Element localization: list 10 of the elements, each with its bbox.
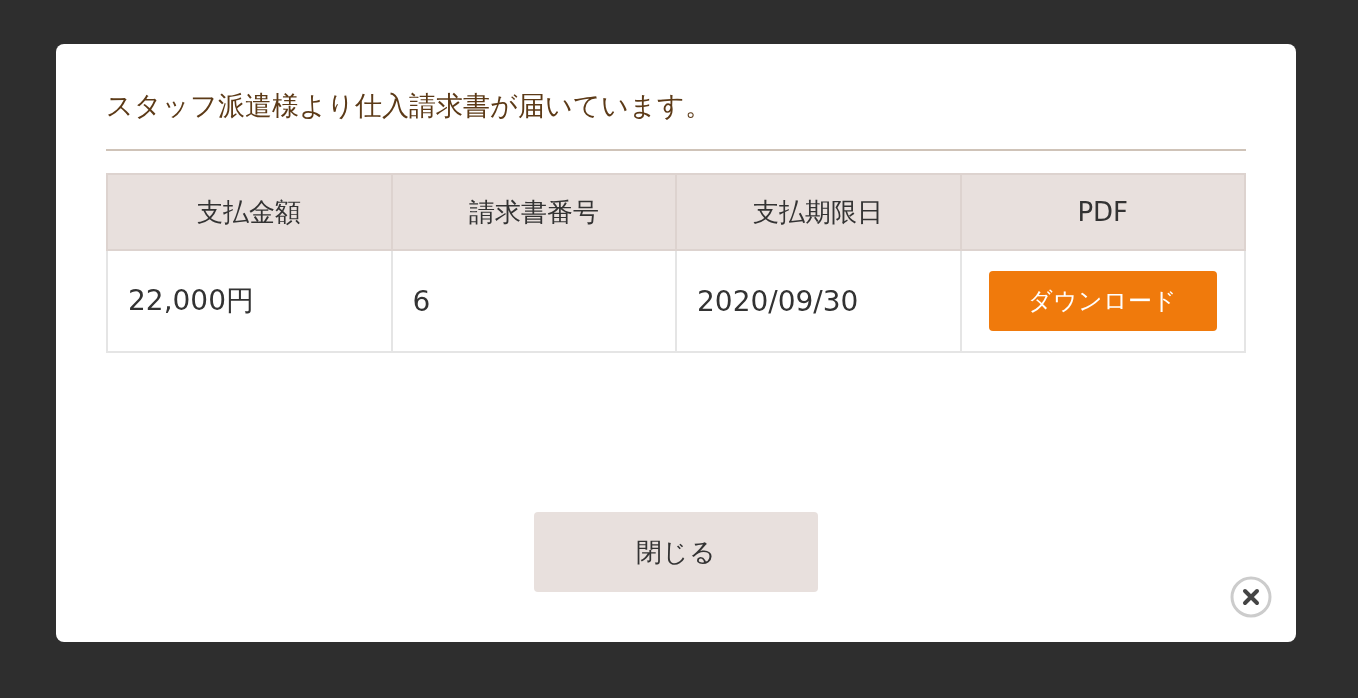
- column-header: 支払期限日: [676, 174, 961, 250]
- amount-cell: 22,000円: [107, 250, 392, 352]
- close-icon[interactable]: [1230, 576, 1272, 618]
- due-date-cell: 2020/09/30: [676, 250, 961, 352]
- column-header: 支払金額: [107, 174, 392, 250]
- column-header: PDF: [960, 174, 1245, 250]
- dialog-title: スタッフ派遣様より仕入請求書が届いています。: [106, 92, 1246, 151]
- invoice-number-cell: 6: [391, 250, 676, 352]
- column-header: 請求書番号: [391, 174, 676, 250]
- close-button[interactable]: 閉じる: [534, 512, 818, 592]
